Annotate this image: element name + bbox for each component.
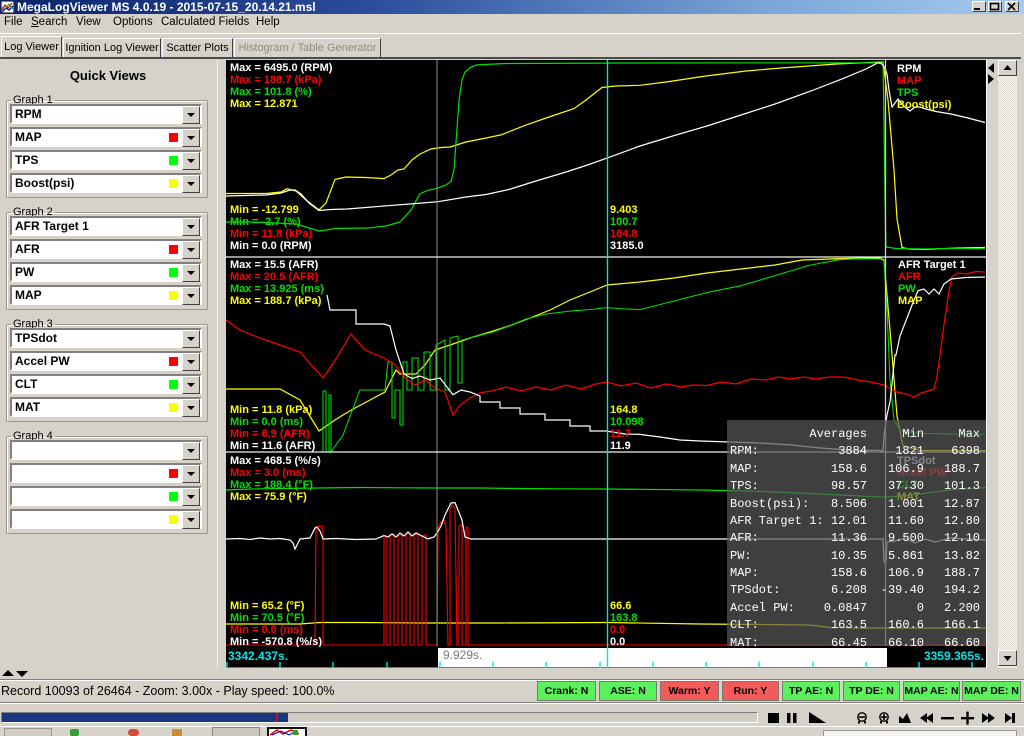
svg-text:Boost(psi): Boost(psi) bbox=[897, 99, 952, 111]
svg-text:Max = 468.5 (%/s): Max = 468.5 (%/s) bbox=[230, 455, 321, 467]
svg-text:3342.437s.: 3342.437s. bbox=[228, 649, 288, 663]
svg-text:Max = 20.5 (AFR): Max = 20.5 (AFR) bbox=[230, 271, 319, 283]
svg-text:AFR Target 1: AFR Target 1 bbox=[898, 259, 966, 271]
svg-text:Min = 11.8 (kPa): Min = 11.8 (kPa) bbox=[230, 404, 313, 416]
svg-text:164.8: 164.8 bbox=[610, 404, 638, 416]
svg-text:100.7: 100.7 bbox=[610, 216, 638, 228]
svg-text:MAP: MAP bbox=[898, 295, 922, 307]
svg-text:10.098: 10.098 bbox=[610, 416, 644, 428]
svg-text:RPM: RPM bbox=[897, 63, 921, 75]
svg-text:PW: PW bbox=[898, 283, 916, 295]
svg-text:Min = -12.799: Min = -12.799 bbox=[230, 204, 299, 216]
svg-text:Min = 0.0 (ms): Min = 0.0 (ms) bbox=[230, 624, 303, 636]
svg-text:Max = 15.5 (AFR): Max = 15.5 (AFR) bbox=[230, 259, 319, 271]
svg-text:Max = 3.0 (ms): Max = 3.0 (ms) bbox=[230, 467, 306, 479]
svg-text:TPS: TPS bbox=[897, 87, 918, 99]
svg-text:Max = 6495.0 (RPM): Max = 6495.0 (RPM) bbox=[230, 62, 333, 74]
svg-text:Min = 6.9 (AFR): Min = 6.9 (AFR) bbox=[230, 428, 310, 440]
svg-text:Max = 188.7 (kPa): Max = 188.7 (kPa) bbox=[230, 295, 322, 307]
svg-text:Max = 188.4 (°F): Max = 188.4 (°F) bbox=[230, 479, 313, 491]
svg-text:AFR: AFR bbox=[898, 271, 921, 283]
svg-text:66.6: 66.6 bbox=[610, 600, 631, 612]
svg-text:Min = 11.6 (AFR): Min = 11.6 (AFR) bbox=[230, 440, 316, 452]
svg-text:Max = 188.7 (kPa): Max = 188.7 (kPa) bbox=[230, 74, 322, 86]
svg-text:Min = 11.8 (kPa): Min = 11.8 (kPa) bbox=[230, 228, 313, 240]
svg-text:Min = -2.7 (%): Min = -2.7 (%) bbox=[230, 216, 301, 228]
svg-text:Max = 13.925 (ms): Max = 13.925 (ms) bbox=[230, 283, 324, 295]
svg-text:9.403: 9.403 bbox=[610, 204, 638, 216]
svg-text:Min = 0.0 (RPM): Min = 0.0 (RPM) bbox=[230, 240, 312, 252]
svg-text:MAP: MAP bbox=[897, 75, 921, 87]
svg-text:11.9: 11.9 bbox=[610, 440, 631, 452]
svg-text:11.7: 11.7 bbox=[610, 428, 631, 440]
svg-text:9.929s.: 9.929s. bbox=[443, 648, 482, 662]
svg-text:3185.0: 3185.0 bbox=[610, 240, 644, 252]
svg-text:0.0: 0.0 bbox=[610, 624, 625, 636]
svg-text:Min = 70.5 (°F): Min = 70.5 (°F) bbox=[230, 612, 305, 624]
svg-text:Max = 12.871: Max = 12.871 bbox=[230, 98, 298, 110]
svg-text:3359.365s.: 3359.365s. bbox=[924, 649, 984, 663]
svg-text:Max = 75.9 (°F): Max = 75.9 (°F) bbox=[230, 491, 307, 503]
svg-text:163.8: 163.8 bbox=[610, 612, 638, 624]
svg-text:Min = -570.8 (%/s): Min = -570.8 (%/s) bbox=[230, 636, 322, 648]
svg-text:0.0: 0.0 bbox=[610, 636, 625, 648]
svg-text:Min = 0.0 (ms): Min = 0.0 (ms) bbox=[230, 416, 303, 428]
svg-text:Max = 101.8 (%): Max = 101.8 (%) bbox=[230, 86, 312, 98]
svg-text:164.8: 164.8 bbox=[610, 228, 638, 240]
svg-text:Min = 65.2 (°F): Min = 65.2 (°F) bbox=[230, 600, 305, 612]
